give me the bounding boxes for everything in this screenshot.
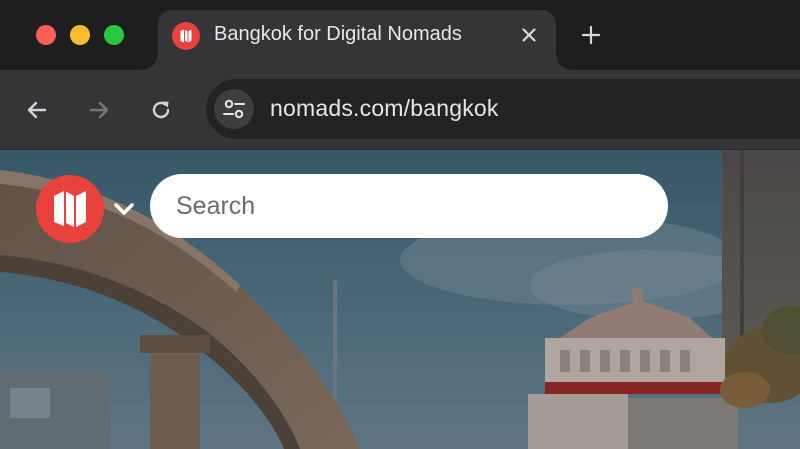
maximize-window-button[interactable] [104, 25, 124, 45]
close-window-button[interactable] [36, 25, 56, 45]
new-tab-button[interactable] [576, 20, 606, 50]
forward-button[interactable] [82, 93, 116, 127]
chevron-down-icon[interactable] [110, 197, 138, 221]
page-content [0, 150, 800, 449]
tab-active[interactable]: Bangkok for Digital Nomads [142, 10, 572, 70]
site-logo-button[interactable] [36, 175, 104, 243]
back-button[interactable] [20, 93, 54, 127]
tab-strip: Bangkok for Digital Nomads [0, 0, 800, 70]
reload-button[interactable] [144, 93, 178, 127]
nomads-map-logo-icon [172, 22, 200, 50]
address-bar[interactable]: nomads.com/bangkok [206, 79, 800, 139]
search-input[interactable] [150, 174, 668, 238]
reload-icon [152, 101, 170, 119]
arrow-left-icon [27, 101, 47, 119]
url-text[interactable]: nomads.com/bangkok [270, 95, 499, 122]
folded-map-icon [54, 191, 86, 227]
tab-title: Bangkok for Digital Nomads [214, 23, 462, 45]
tune-icon [223, 99, 245, 119]
close-icon[interactable] [516, 22, 542, 48]
plus-icon [581, 25, 601, 45]
site-settings-button[interactable] [214, 89, 254, 129]
browser-toolbar: nomads.com/bangkok [0, 70, 800, 150]
minimize-window-button[interactable] [70, 25, 90, 45]
arrow-right-icon [89, 101, 109, 119]
